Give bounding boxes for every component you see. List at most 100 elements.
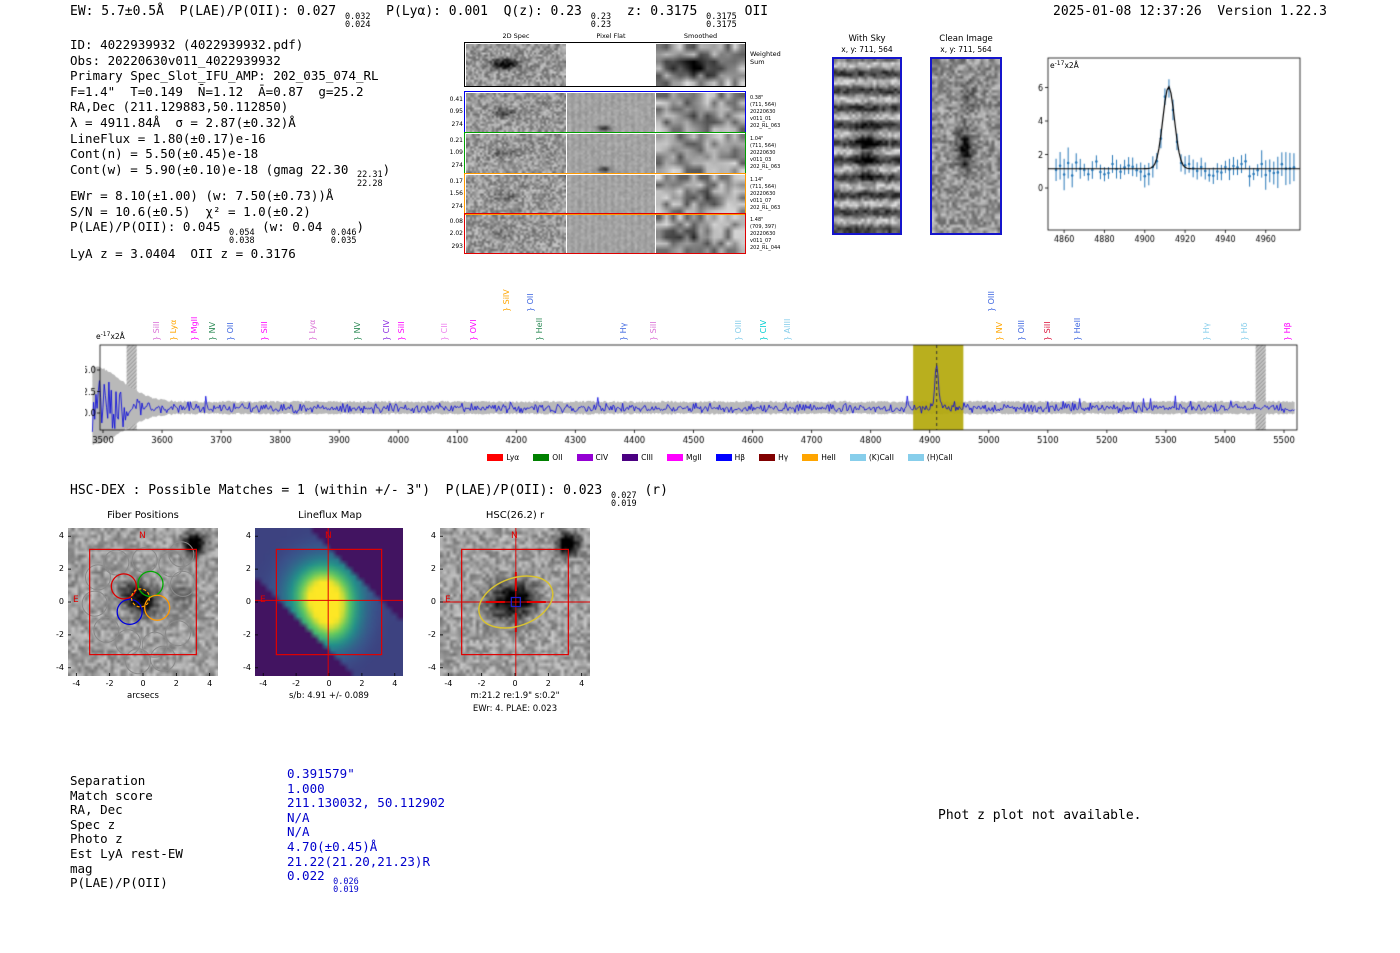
info-line: S/N = 10.6(±0.5) χ² = 1.0(±0.2) (70, 203, 311, 219)
tick-label: -4 (444, 679, 453, 688)
cutout-column-header: Smoothed (683, 32, 718, 40)
tick-label: 2 (245, 564, 251, 574)
match-field-value: 4.70(±0.45)Å (287, 838, 378, 854)
cutout-row-annotation: 1.04" (711, 564) 20220630 v011_03 202_RL_063 (750, 136, 781, 170)
tick-label: 4 (207, 679, 213, 688)
hsc-compass-e: E (445, 595, 451, 605)
match-table-labels: Separation Match score RA, Dec Spec z Photo … (70, 773, 183, 891)
legend-label: Lyα (506, 453, 520, 462)
legend-item: Hγ (759, 453, 788, 462)
legend-label: MgII (686, 453, 702, 462)
cutout-row-annotation: 1.48" (709, 397) 20220630 v011_07 202_RL_044 (750, 217, 781, 251)
spec2d-cutout-grid: 2D Spec Pixel Flat Smoothed Weighted Sum 0.41… (440, 28, 802, 263)
tick-label: 2 (545, 679, 551, 688)
tick-label: 0 (430, 597, 436, 606)
tick-label: -2 (477, 679, 486, 688)
lineflux-map-title: Lineflux Map (298, 510, 362, 521)
fiber-xlabel: arcsecs (127, 691, 159, 701)
cutout-row-values: 0.41 0.95 274 (449, 96, 463, 128)
tick-label: 4 (430, 531, 436, 541)
match-field-label: Match score (70, 787, 153, 803)
info-line: LyA z = 3.0404 OII z = 0.3176 (70, 245, 296, 261)
zoom-spectrum-plot (1036, 50, 1326, 246)
summary-header: EW: 5.7±0.5Å P(LAE)/P(OII): 0.027 0.032 0… (70, 4, 769, 30)
zoom-spectrum-ylabel: e-17x2Å (1050, 60, 1079, 70)
info-line: λ = 4911.84Å σ = 2.87(±0.32)Å (70, 114, 296, 130)
fiber-compass-n: N (139, 531, 146, 541)
tick-label: -4 (243, 662, 251, 672)
tick-label: 4 (58, 531, 64, 541)
tick-label: 4 (392, 679, 398, 688)
stacked-uncertainty: 0.3175 0.3175 (706, 11, 737, 30)
fiber-positions-title: Fiber Positions (107, 510, 179, 521)
tick-label: 2 (430, 564, 436, 574)
tick-label: 0 (245, 597, 251, 606)
legend-item: CIII (622, 453, 653, 462)
hsc-image-title: HSC(26.2) r (485, 510, 545, 521)
legend-label: (K)CaII (868, 453, 894, 462)
info-line: Cont(n) = 5.50(±0.45)e-18 (70, 146, 259, 162)
tick-label: 2 (359, 679, 365, 688)
info-line: F=1.4" T=0.149 N̄=1.12 Ā=0.87 g=25.2 (70, 83, 364, 99)
match-table-values: 0.391579" 1.000 211.130032, 50.112902 N/A N/… (287, 766, 445, 895)
withsky-panel (832, 57, 902, 235)
tick-label: 0 (326, 679, 332, 688)
legend-swatch (533, 454, 550, 461)
match-field-label: Photo z (70, 831, 123, 847)
legend-label: Hγ (778, 453, 789, 462)
cutout-column-header: 2D Spec (502, 32, 530, 40)
tick-label: -2 (243, 629, 251, 639)
tick-label: 2 (58, 564, 64, 574)
cutout-row-annotation: 1.14" (711, 564) 20220630 v011_07 202_RL_063 (750, 177, 781, 211)
legend-label: HeII (821, 453, 836, 462)
clean-coords: x, y: 711, 564 (940, 45, 992, 54)
lineflux-caption: s/b: 4.91 +/- 0.089 (289, 691, 369, 701)
withsky-title: With Sky (848, 34, 886, 44)
timestamp-version: 2025-01-08 12:37:26 Version 1.22.3 (1053, 4, 1327, 19)
match-field-label: mag (70, 860, 93, 876)
cutout-row-frame (464, 42, 746, 87)
cutout-row-values: 0.21 1.09 274 (449, 137, 463, 169)
info-line: P(LAE)/P(OII): 0.045 0.054 0.038 (w: 0.04… (70, 219, 365, 247)
info-line: EWr = 8.10(±1.00) (w: 7.50(±0.73))Å (70, 188, 334, 204)
match-field-value: 0.391579" (287, 766, 355, 781)
match-field-value: 21.22(21.20,21.23)R (287, 853, 430, 869)
legend-swatch (715, 454, 732, 461)
legend-item: CIV (576, 453, 608, 462)
lineflux-compass-e: E (260, 595, 266, 605)
cutout-row-frame (464, 91, 746, 133)
fiber-positions-overlay (68, 535, 211, 676)
full-spectrum-ylabel: e-17x2Å (96, 331, 125, 341)
tick-label: -2 (105, 679, 114, 688)
clean-title: Clean Image (939, 34, 993, 44)
stacked-uncertainty: 22.31 22.28 (356, 170, 383, 189)
withsky-coords: x, y: 711, 564 (841, 45, 893, 54)
tick-label: 0 (512, 679, 518, 688)
legend-swatch (759, 454, 776, 461)
withsky-image (834, 59, 900, 233)
match-field-value: 1.000 (287, 780, 325, 796)
emission-line-label: } OIII (986, 290, 996, 312)
legend-item: OII (533, 453, 563, 462)
tick-label: 4 (579, 679, 585, 688)
info-line: LineFlux = 1.80(±0.17)e-16 (70, 130, 266, 146)
legend-label: (H)CaII (926, 453, 953, 462)
hsc-caption-2: EWr: 4. PLAE: 0.023 (472, 704, 558, 714)
cutout-row-annotation: Weighted Sum (750, 50, 781, 66)
tick-label: 0 (140, 679, 146, 688)
match-field-label: P(LAE)/P(OII) (70, 875, 168, 891)
info-line: ID: 4022939932 (4022939932.pdf) (70, 37, 304, 52)
fiber-compass-e: E (73, 595, 79, 605)
full-spectrum-plot (85, 338, 1310, 446)
stacked-uncertainty: 0.027 0.019 (611, 490, 637, 509)
legend-item: MgII (667, 453, 702, 462)
legend-label: Hβ (734, 453, 746, 462)
cutout-row-frame (464, 132, 746, 174)
info-line: RA,Dec (211.129883,50.112850) (70, 99, 289, 115)
tick-label: -4 (428, 662, 436, 672)
legend-item: (K)CaII (849, 453, 894, 462)
emission-line-label: } SiIV (502, 289, 512, 312)
match-field-value: N/A (287, 809, 310, 825)
tick-label: -4 (72, 679, 81, 688)
emission-line-label: } OII (525, 293, 535, 312)
